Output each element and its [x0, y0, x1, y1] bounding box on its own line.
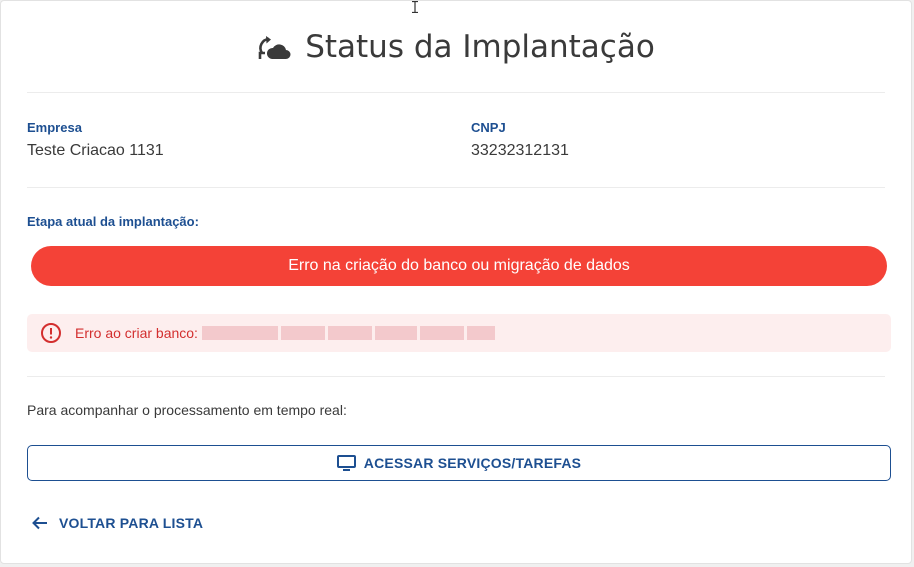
realtime-instructions: Para acompanhar o processamento em tempo… [27, 402, 347, 418]
error-outline-icon [41, 323, 61, 343]
access-services-button[interactable]: ACESSAR SERVIÇOS/TAREFAS [27, 445, 891, 481]
cnpj-label: CNPJ [471, 120, 506, 135]
page-header: Status da Implantação [1, 25, 911, 69]
error-alert: Erro ao criar banco: [27, 314, 891, 352]
divider [27, 92, 885, 93]
company-value: Teste Criacao 1131 [27, 142, 164, 159]
page-title: Status da Implantação [305, 29, 655, 65]
divider [27, 187, 885, 188]
cnpj-value: 33232312131 [471, 142, 569, 159]
access-services-label: ACESSAR SERVIÇOS/TAREFAS [363, 455, 582, 471]
text-cursor-icon [412, 1, 418, 13]
back-to-list-label: VOLTAR PARA LISTA [59, 515, 204, 531]
status-card: Status da Implantação Empresa Teste Cria… [0, 0, 912, 564]
company-label: Empresa [27, 120, 82, 135]
current-step-label: Etapa atual da implantação: [27, 214, 199, 229]
status-text: Erro na criação do banco ou migração de … [288, 257, 630, 274]
arrow-left-icon [32, 516, 47, 530]
cloud-sync-icon [258, 36, 291, 59]
divider [27, 376, 885, 377]
back-to-list-link[interactable]: VOLTAR PARA LISTA [31, 512, 203, 534]
redacted-error-detail [201, 326, 498, 340]
status-bar: Erro na criação do banco ou migração de … [31, 246, 887, 286]
error-message: Erro ao criar banco: [75, 325, 198, 341]
monitor-icon [336, 454, 356, 471]
